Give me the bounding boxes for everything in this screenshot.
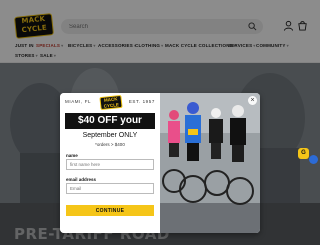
cyclists-photo: [160, 93, 260, 233]
email-label: email address: [66, 177, 97, 182]
modal-logo: MACK CYCLE: [99, 94, 123, 111]
modal-cyclists-image: [160, 93, 260, 233]
close-icon[interactable]: ×: [248, 96, 257, 105]
continue-button[interactable]: CONTINUE: [66, 205, 154, 216]
name-label: name: [66, 153, 78, 158]
modal-form-panel: MIAMI, FL EST. 1957 MACK CYCLE $40 OFF y…: [60, 93, 160, 233]
est-text: EST. 1957: [128, 99, 155, 104]
chat-widget-button[interactable]: G: [298, 148, 309, 159]
accessibility-icon[interactable]: [309, 155, 318, 164]
email-field[interactable]: [66, 183, 154, 194]
offer-note: *orders > $400: [95, 142, 125, 147]
offer-subtitle: September ONLY: [82, 132, 138, 139]
location-text: MIAMI, FL: [65, 99, 92, 104]
offer-headline: $40 OFF your order: [65, 113, 155, 142]
name-field[interactable]: [66, 159, 154, 170]
promo-modal: MIAMI, FL EST. 1957 MACK CYCLE $40 OFF y…: [60, 93, 260, 233]
